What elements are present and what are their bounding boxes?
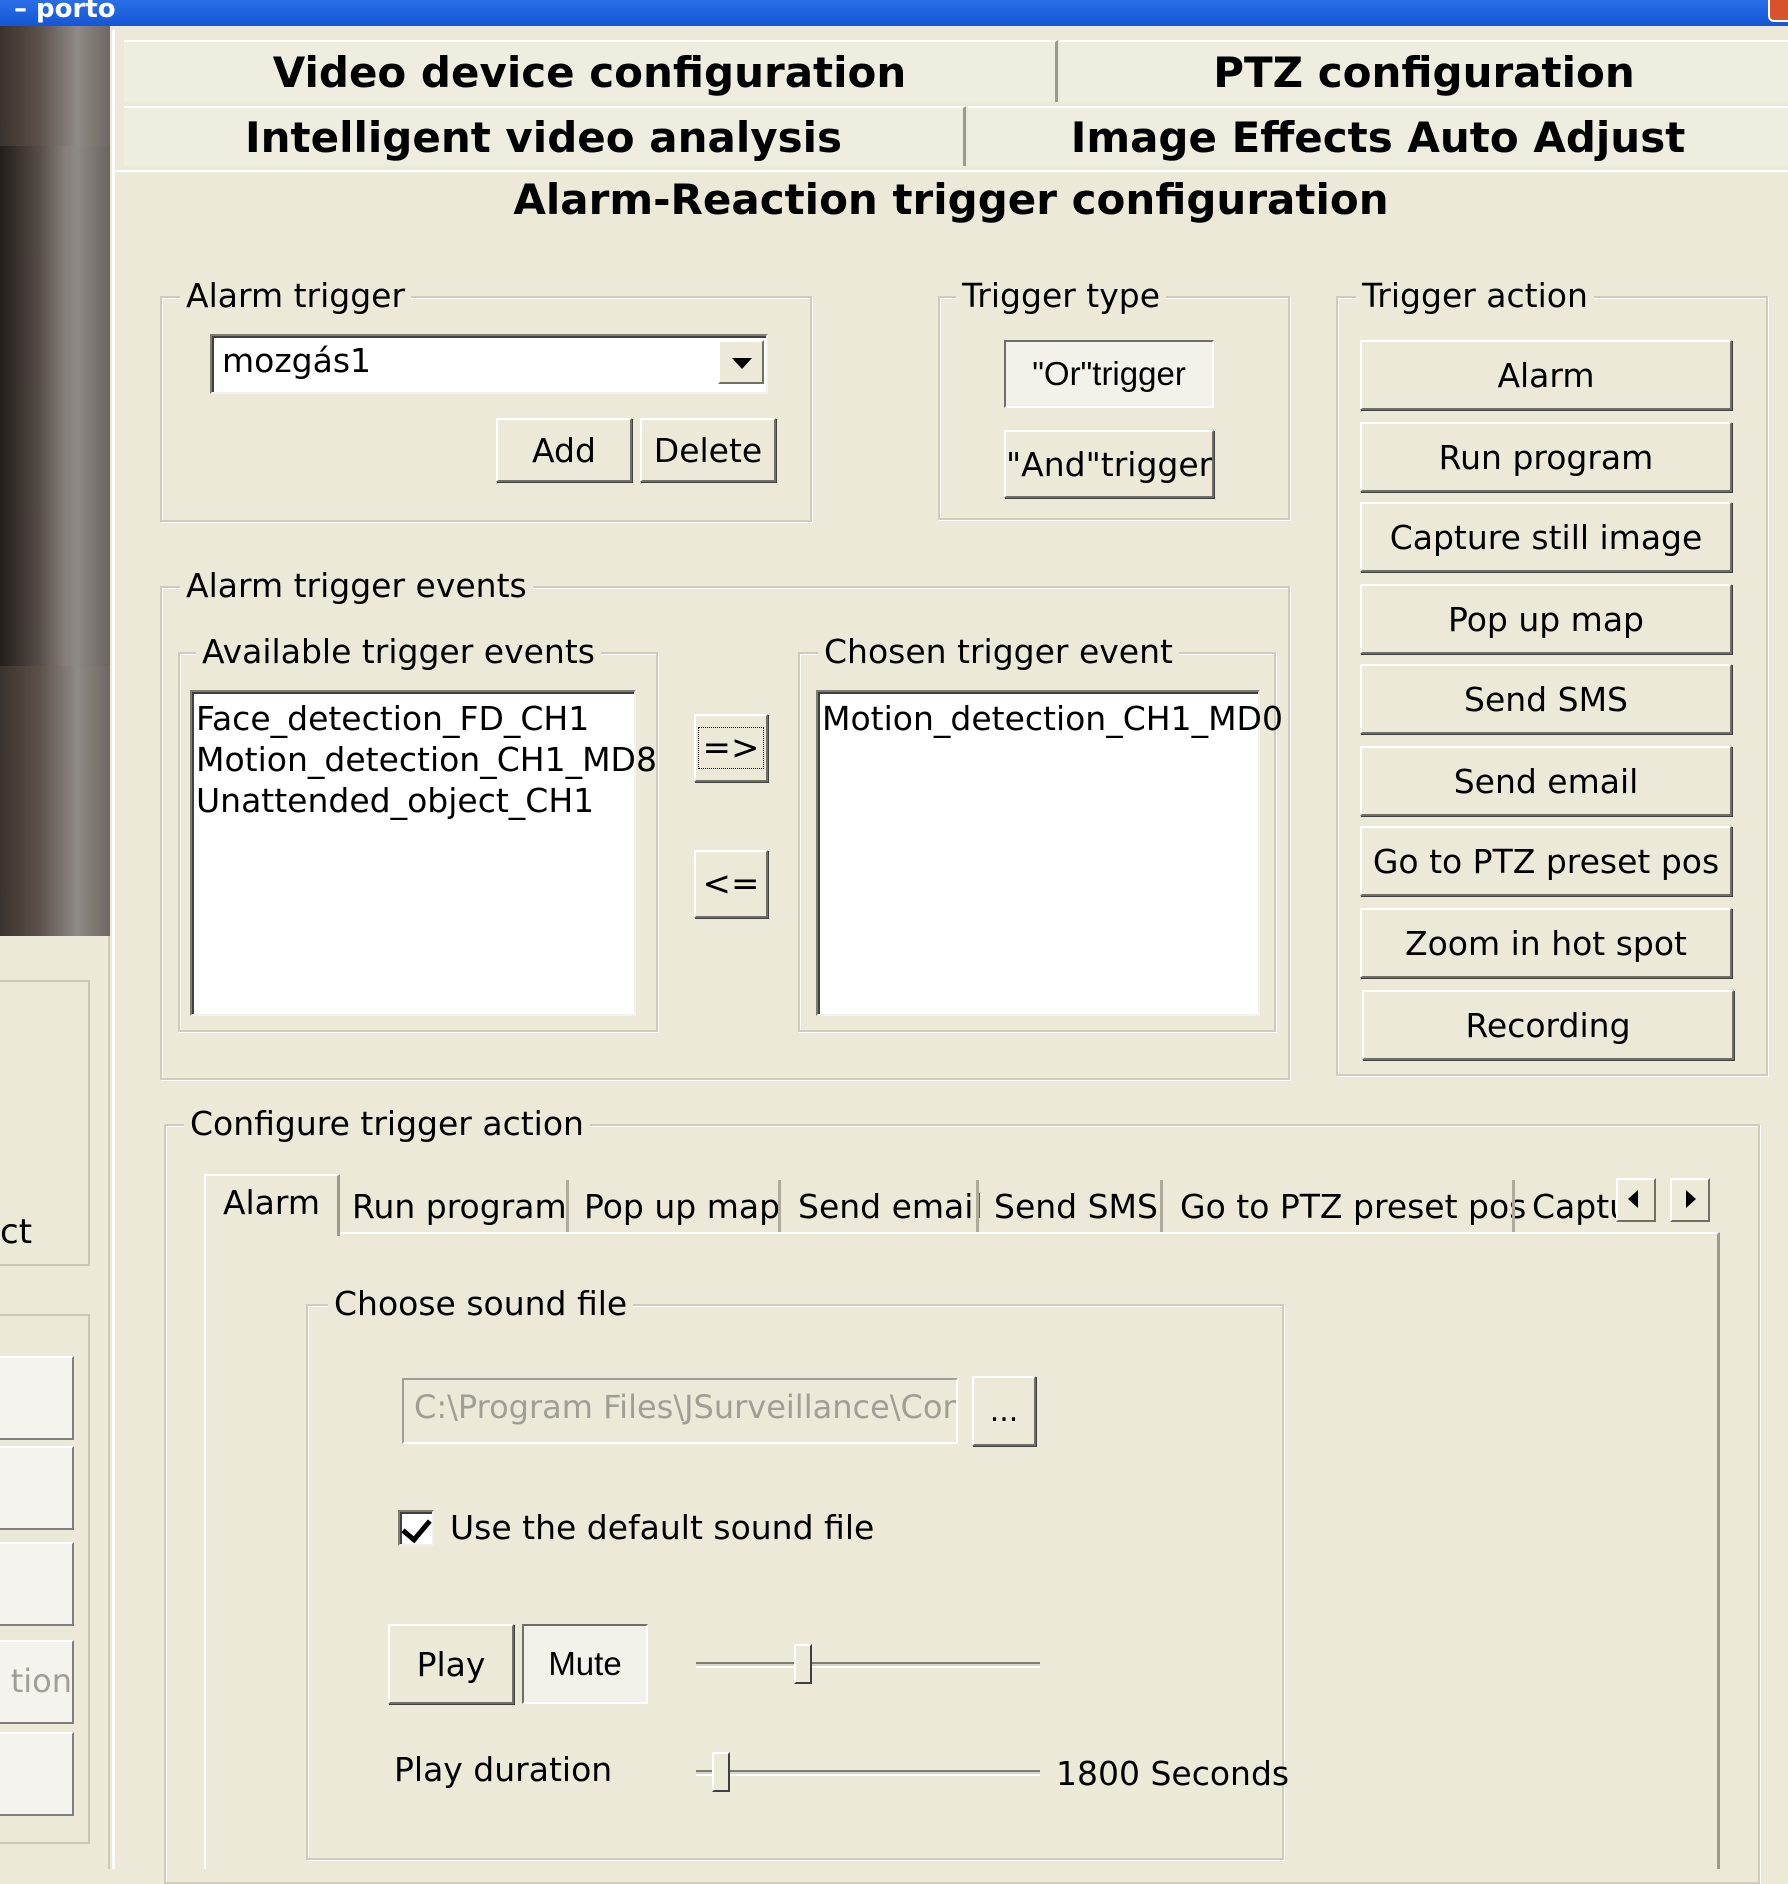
choose-sound-file-legend: Choose sound file [328, 1284, 634, 1324]
chevron-down-icon[interactable] [718, 340, 764, 384]
tab-separator [976, 1180, 979, 1232]
recording-action-button[interactable]: Recording [1362, 990, 1734, 1060]
volume-slider-thumb[interactable] [794, 1644, 812, 1684]
tab-send-sms[interactable]: Send SMS [994, 1182, 1158, 1232]
window-title-bar: – porto [0, 0, 1788, 26]
alarm-trigger-events-legend: Alarm trigger events [180, 566, 533, 606]
add-button[interactable]: Add [496, 418, 632, 482]
chevron-left-icon [1628, 1190, 1638, 1208]
capture-still-image-action-button[interactable]: Capture still image [1360, 502, 1732, 572]
tab-label: Alarm [222, 1183, 321, 1222]
run-program-action-button[interactable]: Run program [1360, 422, 1732, 492]
trigger-type-legend: Trigger type [956, 276, 1167, 316]
tab-label: Image Effects Auto Adjust [1070, 113, 1686, 162]
send-email-action-button[interactable]: Send email [1360, 746, 1732, 816]
tab-separator [1160, 1180, 1163, 1232]
left-partial-text: ct [0, 1212, 33, 1252]
tab-label: PTZ configuration [1213, 48, 1635, 97]
play-duration-slider-track [696, 1770, 1040, 1776]
tab-alarm[interactable]: Alarm [204, 1174, 340, 1236]
tab-scroll-right-button[interactable] [1670, 1178, 1710, 1222]
tab-separator [1512, 1180, 1515, 1232]
left-group-box: ct [0, 980, 90, 1266]
list-item[interactable]: Unattended_object_CH1 [196, 780, 630, 821]
tab-label: Video device configuration [272, 48, 907, 97]
play-duration-slider[interactable] [696, 1752, 1040, 1796]
chosen-event-list[interactable]: Motion_detection_CH1_MD0 [816, 690, 1283, 1016]
move-right-button[interactable]: => [694, 714, 768, 782]
sound-file-path-input[interactable]: C:\Program Files\JSurveillance\Conf [402, 1378, 958, 1444]
tab-pop-up-map[interactable]: Pop up map [584, 1182, 780, 1232]
alarm-trigger-group: Alarm trigger [160, 276, 812, 522]
left-partial-button[interactable] [0, 1542, 74, 1626]
list-item[interactable]: Motion_detection_CH1_MD8 [196, 739, 657, 780]
or-trigger-button[interactable]: "Or"trigger [1004, 340, 1214, 408]
alarm-action-button[interactable]: Alarm [1360, 340, 1732, 410]
play-duration-label: Play duration [394, 1750, 613, 1789]
play-duration-slider-thumb[interactable] [712, 1752, 730, 1792]
volume-slider[interactable] [696, 1644, 1040, 1688]
available-events-legend: Available trigger events [196, 632, 601, 672]
tab-panel-edge [112, 30, 115, 1869]
volume-slider-track [696, 1662, 1040, 1668]
tab-label: Pop up map [584, 1187, 781, 1226]
and-trigger-button[interactable]: "And"trigger [1004, 430, 1214, 498]
video-preview [0, 26, 110, 936]
use-default-sound-label: Use the default sound file [450, 1508, 875, 1547]
tab-label: Go to PTZ preset pos [1180, 1187, 1527, 1226]
tab-run-program[interactable]: Run program [352, 1182, 567, 1232]
window-title: – porto [14, 0, 116, 24]
tab-go-to-ptz-preset-pos[interactable]: Go to PTZ preset pos [1180, 1182, 1526, 1232]
tab-ptz-configuration[interactable]: PTZ configuration [1060, 40, 1788, 102]
chosen-event-legend: Chosen trigger event [818, 632, 1179, 672]
pop-up-map-action-button[interactable]: Pop up map [1360, 584, 1732, 654]
tab-scroll-left-button[interactable] [1616, 1178, 1656, 1222]
left-partial-button[interactable] [0, 1446, 74, 1530]
play-duration-value: 1800 Seconds [1056, 1754, 1290, 1793]
mute-button[interactable]: Mute [522, 1624, 648, 1704]
delete-button[interactable]: Delete [640, 418, 776, 482]
tab-separator [778, 1180, 781, 1232]
tab-label: Intelligent video analysis [245, 113, 842, 162]
play-button[interactable]: Play [388, 1624, 514, 1704]
move-right-label: => [697, 727, 765, 769]
available-events-list[interactable]: Face_detection_FD_CH1 Motion_detection_C… [190, 690, 657, 1016]
configure-trigger-action-legend: Configure trigger action [184, 1104, 590, 1144]
close-icon[interactable] [1768, 0, 1788, 22]
tab-label: Send SMS [994, 1187, 1158, 1226]
alarm-trigger-legend: Alarm trigger [180, 276, 412, 316]
tab-label: Alarm-Reaction trigger configuration [513, 175, 1389, 224]
alarm-trigger-selected: mozgás1 [222, 341, 372, 380]
chevron-right-icon [1686, 1190, 1696, 1208]
left-partial-button[interactable] [0, 1732, 74, 1816]
tab-image-effects-auto-adjust[interactable]: Image Effects Auto Adjust [968, 106, 1788, 166]
tab-video-device-configuration[interactable]: Video device configuration [124, 40, 1058, 102]
left-partial-button[interactable]: tion [0, 1640, 74, 1724]
tab-send-email[interactable]: Send email [798, 1182, 983, 1232]
go-to-ptz-preset-action-button[interactable]: Go to PTZ preset pos [1360, 826, 1732, 896]
send-sms-action-button[interactable]: Send SMS [1360, 664, 1732, 734]
tab-alarm-reaction-trigger-configuration[interactable]: Alarm-Reaction trigger configuration [114, 170, 1788, 230]
list-item[interactable]: Face_detection_FD_CH1 [196, 698, 630, 739]
left-partial-label: tion [10, 1662, 72, 1700]
alarm-trigger-select[interactable]: mozgás1 [210, 334, 768, 394]
tab-intelligent-video-analysis[interactable]: Intelligent video analysis [124, 106, 966, 166]
tab-separator [566, 1180, 569, 1232]
trigger-action-legend: Trigger action [1356, 276, 1594, 316]
move-left-button[interactable]: <= [694, 850, 768, 918]
left-partial-button[interactable] [0, 1356, 74, 1440]
zoom-in-hot-spot-action-button[interactable]: Zoom in hot spot [1360, 908, 1732, 978]
browse-button[interactable]: ... [972, 1376, 1036, 1446]
use-default-sound-checkbox[interactable] [398, 1510, 434, 1546]
tab-label: Run program [352, 1187, 567, 1226]
list-item[interactable]: Motion_detection_CH1_MD0 [822, 698, 1283, 739]
tab-label: Send email [798, 1187, 983, 1226]
